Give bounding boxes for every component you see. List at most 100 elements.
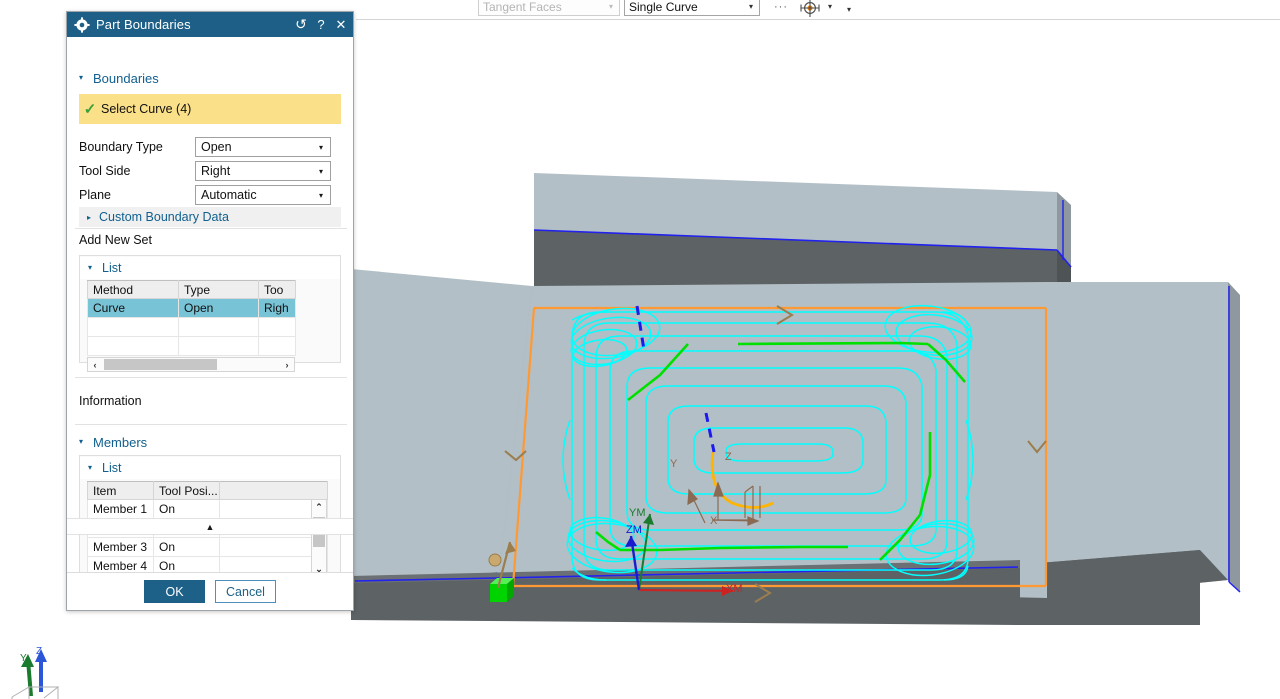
csys-label-y: Y [670,458,678,470]
cell-method: Curve [87,298,179,318]
table-row[interactable]: Member 4 On [87,556,328,572]
triad-label-y: Y [20,653,27,664]
cell-type [178,317,259,337]
plane-label: Plane [79,188,111,202]
chevron-down-icon: ▾ [608,2,613,11]
cell-tool-position: On [153,537,220,557]
boundaries-group-label: Boundaries [93,70,159,86]
select-curve-row[interactable]: ✓ Select Curve (4) [79,94,341,124]
right-wall-solid [1014,282,1241,625]
csys-label-x: X [710,515,718,527]
scroll-down-icon[interactable]: ⌄ [312,562,326,572]
col-header-type[interactable]: Type [178,280,259,299]
boundaries-list-label: List [102,261,122,275]
chevron-down-icon: ▾ [79,437,84,446]
chevron-down-icon: ▾ [318,166,323,176]
help-button[interactable]: ? [311,14,331,36]
boundary-type-value: Open [201,140,232,154]
toolbar-overflow-arrow[interactable]: ▾ [843,4,855,18]
members-list-vscrollbar[interactable]: ⌃ ⌄ [311,499,327,572]
col-header-item[interactable]: Item [87,481,154,500]
cell-item: Member 1 [87,499,154,519]
table-row[interactable]: Member 1 On [87,499,328,519]
cell-item: Member 3 [87,537,154,557]
hscroll-thumb[interactable] [104,359,217,370]
custom-boundary-data-section[interactable]: ▸ Custom Boundary Data [79,207,341,227]
cancel-button[interactable]: Cancel [215,580,276,603]
boundary-type-label: Boundary Type [79,140,163,154]
tool-side-dropdown[interactable]: Right ▾ [195,161,331,181]
collapse-dialog-button[interactable]: ▲ [67,518,353,535]
application-window: Tangent Faces ▾ Single Curve ▾ ··· ▾ ▾ X… [0,0,1280,699]
snap-point-dropdown-arrow[interactable]: ▾ [824,1,836,15]
hscroll-track[interactable] [102,358,280,371]
boundary-type-row: Boundary Type Open ▾ [67,137,353,157]
csys-label-z: Z [725,451,732,463]
chevron-down-icon: ▾ [318,142,323,152]
information-label: Information [79,394,142,408]
scroll-left-icon[interactable]: ‹ [88,360,102,370]
tangent-faces-value: Tangent Faces [483,0,562,14]
boundaries-list-table[interactable]: Method Type Too Curve Open Righ [87,280,296,356]
table-row[interactable] [87,336,296,356]
boundaries-group-header[interactable]: ▾ Boundaries [67,67,353,89]
plane-dropdown[interactable]: Automatic ▾ [195,185,331,205]
table-row[interactable]: Member 3 On [87,537,328,557]
boundary-type-dropdown[interactable]: Open ▾ [195,137,331,157]
members-list-label: List [102,461,122,475]
table-row[interactable] [87,317,296,337]
part-boundaries-dialog: Part Boundaries ↺ ? ✕ ▾ Boundaries ✓ Sel… [66,11,354,611]
scroll-right-icon[interactable]: › [280,360,294,370]
custom-boundary-data-label: Custom Boundary Data [99,210,229,224]
triad-label-z: Z [36,646,42,657]
boundaries-list-hscrollbar[interactable]: ‹ › [87,357,295,372]
curve-rule-value: Single Curve [629,0,698,14]
gear-icon [74,16,90,33]
part-pocket-floor [498,282,1047,598]
check-icon: ✓ [83,100,97,118]
snap-point-icon[interactable] [798,0,822,19]
corner-orientation-triad: Z Y [11,646,60,699]
members-group-header[interactable]: ▾ Members [67,431,353,453]
scroll-up-icon[interactable]: ⌃ [312,500,326,514]
add-new-set-label: Add New Set [79,233,152,247]
col-header-tool[interactable]: Too [258,280,296,299]
col-header-tool-position[interactable]: Tool Posi... [153,481,220,500]
tool-side-label: Tool Side [79,164,131,178]
divider [75,424,347,425]
close-button[interactable]: ✕ [331,14,351,36]
tool-side-value: Right [201,164,231,178]
wcs-label-xm: XM [726,583,743,595]
divider [75,377,347,378]
more-options-button[interactable]: ··· [771,0,791,16]
reset-button[interactable]: ↺ [291,14,311,36]
chevron-down-icon: ▾ [88,463,93,472]
chevron-down-icon: ▾ [88,263,93,272]
dialog-title: Part Boundaries [96,17,191,32]
chevron-down-icon: ▾ [318,190,323,200]
boundaries-list-header[interactable]: ▾ List [80,257,340,279]
col-header-method[interactable]: Method [87,280,179,299]
col-header-blank[interactable] [219,481,328,500]
members-list-header[interactable]: ▾ List [80,457,340,479]
table-header-row: Method Type Too [87,280,296,299]
cell-method [87,317,179,337]
divider [75,228,347,229]
wcs-label-ym: YM [629,507,646,519]
dialog-body: ▾ Boundaries ✓ Select Curve (4) Boundary… [67,37,353,573]
chevron-down-icon: ▾ [79,73,84,82]
select-curve-label: Select Curve (4) [101,102,192,116]
tangent-faces-dropdown[interactable]: Tangent Faces ▾ [478,0,620,16]
curve-rule-dropdown[interactable]: Single Curve ▾ [624,0,760,16]
members-group-label: Members [93,434,148,450]
wcs-label-zm: ZM [626,524,642,536]
table-row[interactable]: Curve Open Righ [87,298,296,318]
tool-side-row: Tool Side Right ▾ [67,161,353,181]
cell-method [87,336,179,356]
cell-item: Member 4 [87,556,154,572]
dialog-titlebar[interactable]: Part Boundaries ↺ ? ✕ [67,12,353,37]
ok-button[interactable]: OK [144,580,205,603]
plane-row: Plane Automatic ▾ [67,185,353,205]
cell-type: Open [178,298,259,318]
cell-tool: Righ [258,298,296,318]
